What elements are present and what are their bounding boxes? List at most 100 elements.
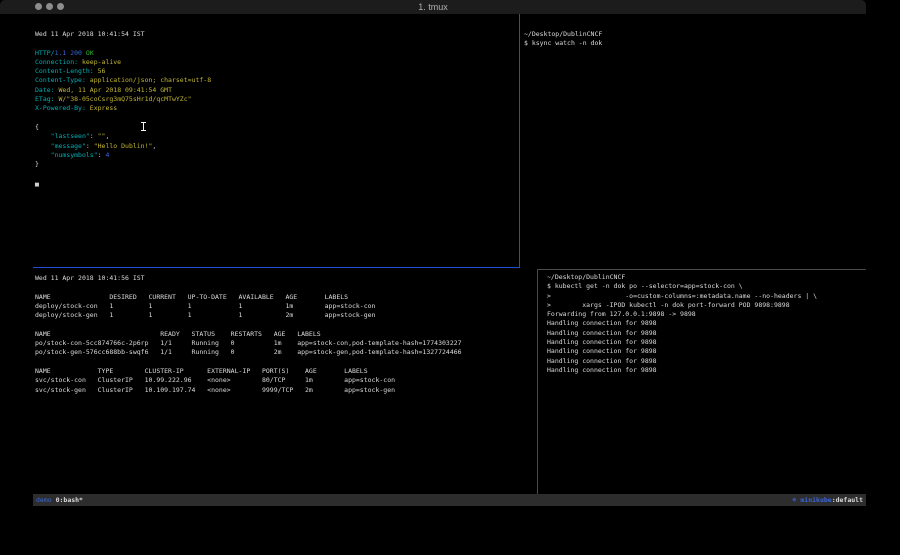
- tmux-session: Wed 11 Apr 2018 10:41:54 IST HTTP/1.1 200…: [0, 14, 866, 507]
- terminal-line: {: [35, 123, 517, 132]
- text-segment: [35, 142, 51, 150]
- text-segment: OK: [86, 49, 94, 57]
- terminal-line: [35, 358, 535, 367]
- text-segment: Date:: [35, 86, 55, 94]
- terminal-line: > -o=custom-columns=:metadata.name --no-…: [547, 292, 864, 301]
- pane-border-vertical[interactable]: [537, 269, 538, 494]
- text-segment: > xargs -IPOD kubectl -n dok port-forwar…: [547, 301, 790, 309]
- terminal-line: Handling connection for 9898: [547, 329, 864, 338]
- terminal-line: }: [35, 160, 517, 169]
- terminal-line: po/stock-gen-576cc688bb-swqf6 1/1 Runnin…: [35, 348, 535, 357]
- text-segment: Content-Type:: [35, 76, 86, 84]
- terminal-line: [35, 114, 517, 123]
- terminal-line: Handling connection for 9898: [547, 319, 864, 328]
- terminal-line: ▄: [35, 179, 517, 188]
- terminal-line: NAME TYPE CLUSTER-IP EXTERNAL-IP PORT(S)…: [35, 367, 535, 376]
- text-segment: :default: [832, 496, 863, 504]
- text-segment: Express: [86, 104, 117, 112]
- terminal-line: Handling connection for 9898: [547, 357, 864, 366]
- text-segment: application/json; charset=utf-8: [86, 76, 211, 84]
- text-segment: Connection:: [35, 58, 78, 66]
- terminal-line: Connection: keep-alive: [35, 58, 517, 67]
- terminal-line: svc/stock-con ClusterIP 10.99.222.96 <no…: [35, 376, 535, 385]
- terminal-window: 1. tmux Wed 11 Apr 2018 10:41:54 IST HTTP…: [0, 0, 866, 507]
- terminal-line: Content-Type: application/json; charset=…: [35, 76, 517, 85]
- terminal-line: ETag: W/"38-05coCsrg3mQ75sHr1d/qcMTwYZc": [35, 95, 517, 104]
- text-segment: demo: [36, 496, 56, 504]
- text-segment: X-Powered-By:: [35, 104, 86, 112]
- text-segment: NAME READY STATUS RESTARTS AGE LABELS: [35, 330, 321, 338]
- pane-kubectl-resources[interactable]: Wed 11 Apr 2018 10:41:56 IST NAME DESIRED…: [35, 274, 535, 395]
- text-segment: 1.1 200: [55, 49, 82, 57]
- terminal-line: [35, 283, 535, 292]
- text-segment: [35, 132, 51, 140]
- text-segment: Handling connection for 9898: [547, 366, 657, 374]
- text-segment: [35, 151, 51, 159]
- terminal-line: Handling connection for 9898: [547, 338, 864, 347]
- terminal-line: "numsymbols": 4: [35, 151, 517, 160]
- pane-port-forward[interactable]: ~/Desktop/DublinCNCF$ kubectl get -n dok…: [547, 273, 864, 375]
- window-title: 1. tmux: [0, 0, 866, 14]
- text-segment: Forwarding from 127.0.0.1:9898 -> 9898: [547, 310, 696, 318]
- active-pane-border-horizontal[interactable]: [33, 267, 520, 268]
- text-segment: Handling connection for 9898: [547, 319, 657, 327]
- text-segment: ▄: [35, 179, 39, 187]
- terminal-line: deploy/stock-con 1 1 1 1 1m app=stock-co…: [35, 302, 535, 311]
- titlebar[interactable]: 1. tmux: [0, 0, 866, 14]
- terminal-line: Date: Wed, 11 Apr 2018 09:41:54 GMT: [35, 86, 517, 95]
- text-segment: HTTP/: [35, 49, 55, 57]
- terminal-line: Handling connection for 9898: [547, 347, 864, 356]
- text-segment: :: [90, 132, 98, 140]
- status-session-window[interactable]: demo 0:bash*: [36, 496, 83, 504]
- text-segment: "message": [51, 142, 86, 150]
- pane-http-response[interactable]: Wed 11 Apr 2018 10:41:54 IST HTTP/1.1 200…: [35, 30, 517, 188]
- text-segment: ~/Desktop/DublinCNCF: [524, 30, 602, 38]
- terminal-line: $ ksync watch -n dok: [524, 39, 864, 48]
- terminal-line: svc/stock-gen ClusterIP 10.109.197.74 <n…: [35, 386, 535, 395]
- terminal-line: [35, 320, 535, 329]
- text-segment: minikube: [800, 496, 831, 504]
- terminal-line: deploy/stock-gen 1 1 1 1 2m app=stock-ge…: [35, 311, 535, 320]
- text-segment: po/stock-gen-576cc688bb-swqf6 1/1 Runnin…: [35, 348, 462, 356]
- text-segment: 0:bash*: [56, 496, 83, 504]
- text-segment: Handling connection for 9898: [547, 329, 657, 337]
- text-segment: svc/stock-gen ClusterIP 10.109.197.74 <n…: [35, 386, 395, 394]
- text-segment: NAME DESIRED CURRENT UP-TO-DATE AVAILABL…: [35, 293, 348, 301]
- terminal-line: HTTP/1.1 200 OK: [35, 49, 517, 58]
- text-segment: Handling connection for 9898: [547, 357, 657, 365]
- terminal-line: [35, 39, 517, 48]
- text-segment: ETag:: [35, 95, 55, 103]
- text-segment: Handling connection for 9898: [547, 347, 657, 355]
- text-segment: svc/stock-con ClusterIP 10.99.222.96 <no…: [35, 376, 395, 384]
- terminal-line: NAME DESIRED CURRENT UP-TO-DATE AVAILABL…: [35, 293, 535, 302]
- text-segment: :: [86, 142, 94, 150]
- text-segment: W/"38-05coCsrg3mQ75sHr1d/qcMTwYZc": [55, 95, 192, 103]
- terminal-line: [35, 169, 517, 178]
- text-segment: deploy/stock-con 1 1 1 1 1m app=stock-co…: [35, 302, 375, 310]
- terminal-line: po/stock-con-5cc874766c-2p6rp 1/1 Runnin…: [35, 339, 535, 348]
- text-segment: > -o=custom-columns=:metadata.name --no-…: [547, 292, 817, 300]
- text-segment: $ ksync watch -n dok: [524, 39, 602, 47]
- text-segment: Handling connection for 9898: [547, 338, 657, 346]
- text-segment: ~/Desktop/DublinCNCF: [547, 273, 625, 281]
- terminal-line: ~/Desktop/DublinCNCF: [524, 30, 864, 39]
- terminal-line: > xargs -IPOD kubectl -n dok port-forwar…: [547, 301, 864, 310]
- text-segment: Wed 11 Apr 2018 10:41:56 IST: [35, 274, 145, 282]
- terminal-line: Forwarding from 127.0.0.1:9898 -> 9898: [547, 310, 864, 319]
- text-segment: Content-Length:: [35, 67, 94, 75]
- text-segment: ,: [105, 132, 109, 140]
- text-segment: "numsymbols": [51, 151, 98, 159]
- terminal-line: NAME READY STATUS RESTARTS AGE LABELS: [35, 330, 535, 339]
- status-kube-context: ☸ minikube:default: [793, 496, 863, 504]
- text-segment: }: [35, 160, 39, 168]
- pane-ksync-watch[interactable]: ~/Desktop/DublinCNCF$ ksync watch -n dok: [524, 30, 864, 49]
- terminal-line: "message": "Hello Dublin!",: [35, 142, 517, 151]
- terminal-line: Handling connection for 9898: [547, 366, 864, 375]
- text-segment: "Hello Dublin!": [94, 142, 153, 150]
- text-segment: Wed 11 Apr 2018 10:41:54 IST: [35, 30, 145, 38]
- text-segment: deploy/stock-gen 1 1 1 1 2m app=stock-ge…: [35, 311, 375, 319]
- tmux-status-bar: demo 0:bash* ☸ minikube:default: [33, 494, 866, 506]
- pane-border-horizontal[interactable]: [537, 269, 866, 270]
- active-pane-border-vertical[interactable]: [519, 14, 520, 268]
- terminal-line: Wed 11 Apr 2018 10:41:54 IST: [35, 30, 517, 39]
